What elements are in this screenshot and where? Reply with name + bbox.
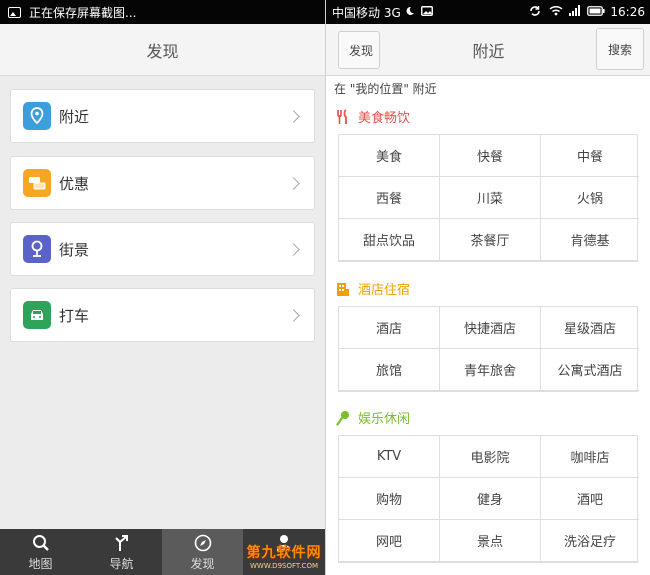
nav-tab-label: 导航 xyxy=(109,557,134,571)
hotel-icon xyxy=(336,281,350,297)
category-cell[interactable]: 健身 xyxy=(440,478,541,520)
category-cell[interactable]: 电影院 xyxy=(440,436,541,478)
battery-icon xyxy=(587,5,606,19)
menu-item-label: 优惠 xyxy=(59,174,90,193)
status-bar: 中国移动 3G 16:26 xyxy=(326,0,650,24)
carrier-label: 中国移动 3G xyxy=(332,5,401,20)
signal-icon xyxy=(569,5,581,19)
menu-item-nearby[interactable]: 附近 xyxy=(10,89,315,143)
category-grid-entertainment: KTV 电影院 咖啡店 购物 健身 酒吧 网吧 景点 洗浴足疗 xyxy=(338,435,639,563)
nav-tab-label: 发现 xyxy=(190,557,215,571)
category-grid-hotel: 酒店 快捷酒店 星级酒店 旅馆 青年旅舍 公寓式酒店 xyxy=(338,306,639,392)
menu-item-deals[interactable]: 优惠 xyxy=(10,156,315,210)
category-cell[interactable]: 肯德基 xyxy=(541,219,639,261)
category-cell[interactable]: 快餐 xyxy=(440,135,541,177)
search-icon xyxy=(31,532,51,554)
menu-item-taxi[interactable]: 打车 xyxy=(10,288,315,342)
fork-knife-icon xyxy=(336,108,350,125)
page-title: 发现 xyxy=(0,24,325,76)
menu-item-label: 打车 xyxy=(59,306,90,325)
sync-icon xyxy=(529,5,541,20)
street-view-icon xyxy=(23,235,51,263)
category-cell[interactable]: 公寓式酒店 xyxy=(541,349,639,391)
nav-tab-discover[interactable]: 发现 xyxy=(162,529,243,575)
category-grid-food: 美食 快餐 中餐 西餐 川菜 火锅 甜点饮品 茶餐厅 肯德基 xyxy=(338,134,639,262)
category-cell[interactable]: 西餐 xyxy=(339,177,440,219)
section-title: 酒店住宿 xyxy=(358,283,411,298)
coupon-icon xyxy=(23,169,51,197)
nav-tab-label: 地图 xyxy=(28,557,53,571)
menu-item-label: 街景 xyxy=(59,240,90,259)
status-bar: 正在保存屏幕截图... xyxy=(0,0,325,24)
chevron-right-icon xyxy=(287,176,300,190)
wifi-icon xyxy=(549,5,563,19)
section-title: 娱乐休闲 xyxy=(358,412,411,427)
watermark-logo: 第九软件网 WWW.D9SOFT.COM xyxy=(246,545,322,570)
category-cell[interactable]: 茶餐厅 xyxy=(440,219,541,261)
section-title: 美食畅饮 xyxy=(358,111,411,126)
screenshot-icon xyxy=(420,5,433,19)
category-cell[interactable]: 咖啡店 xyxy=(541,436,639,478)
chevron-right-icon xyxy=(287,308,300,322)
screenshot-icon xyxy=(8,6,21,18)
category-cell[interactable]: 川菜 xyxy=(440,177,541,219)
category-cell[interactable]: 火锅 xyxy=(541,177,639,219)
navigation-icon xyxy=(112,532,132,554)
nav-tab-map[interactable]: 地图 xyxy=(0,529,81,575)
category-cell[interactable]: 酒吧 xyxy=(541,478,639,520)
search-button[interactable]: 搜索 xyxy=(596,28,644,70)
category-cell[interactable]: 景点 xyxy=(440,520,541,562)
menu-item-street-view[interactable]: 街景 xyxy=(10,222,315,276)
category-cell[interactable]: 星级酒店 xyxy=(541,307,639,349)
category-cell[interactable]: 甜点饮品 xyxy=(339,219,440,261)
category-cell[interactable]: 酒店 xyxy=(339,307,440,349)
location-pin-icon xyxy=(23,102,51,130)
chevron-right-icon xyxy=(287,242,300,256)
status-text: 正在保存屏幕截图... xyxy=(29,5,137,20)
compass-icon xyxy=(193,532,213,554)
microphone-icon xyxy=(336,410,350,426)
location-caption: 在 "我的位置" 附近 xyxy=(334,82,437,96)
section-header-hotel: 酒店住宿 xyxy=(336,279,410,298)
menu-item-label: 附近 xyxy=(59,107,90,126)
category-cell[interactable]: 美食 xyxy=(339,135,440,177)
clock-label: 16:26 xyxy=(610,5,645,19)
section-header-entertainment: 娱乐休闲 xyxy=(336,408,410,427)
taxi-icon xyxy=(23,301,51,329)
back-button[interactable]: 发现 xyxy=(338,31,380,69)
category-cell[interactable]: 购物 xyxy=(339,478,440,520)
nav-header: 附近 发现 搜索 xyxy=(326,24,650,76)
category-cell[interactable]: 旅馆 xyxy=(339,349,440,391)
category-cell[interactable]: 快捷酒店 xyxy=(440,307,541,349)
discover-screen: 正在保存屏幕截图... 发现 附近 优惠 街景 打车 地图 导航 发现 第九软件… xyxy=(0,0,325,575)
nearby-screen: 中国移动 3G 16:26 附近 发现 搜索 在 "我的位置" 附近 美食畅饮 … xyxy=(325,0,650,575)
moon-icon xyxy=(405,5,415,19)
chevron-right-icon xyxy=(287,109,300,123)
category-cell[interactable]: 洗浴足疗 xyxy=(541,520,639,562)
category-cell[interactable]: 网吧 xyxy=(339,520,440,562)
category-cell[interactable]: KTV xyxy=(339,436,440,478)
section-header-food: 美食畅饮 xyxy=(336,107,410,126)
nav-tab-navigation[interactable]: 导航 xyxy=(81,529,162,575)
category-cell[interactable]: 中餐 xyxy=(541,135,639,177)
category-cell[interactable]: 青年旅舍 xyxy=(440,349,541,391)
